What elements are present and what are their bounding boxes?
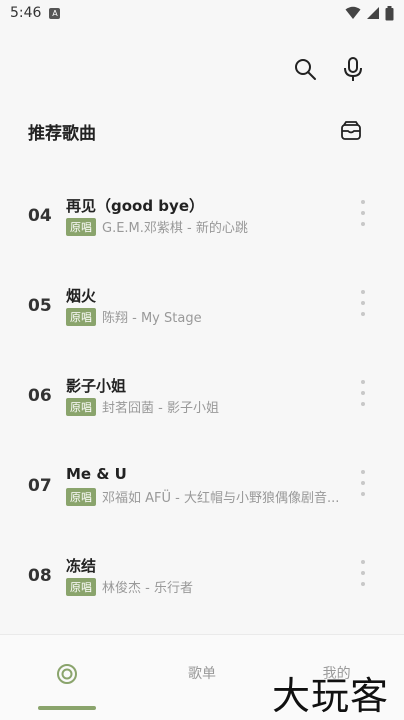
song-artist: 邓福如 AFÜ - 大红帽与小野狼偶像剧音...: [102, 491, 340, 506]
song-row[interactable]: 04 再见（good bye） 原唱 G.E.M.邓紫棋 - 新的心跳: [0, 168, 404, 258]
search-icon: [295, 59, 316, 80]
library-button[interactable]: [340, 120, 362, 142]
song-list: 04 再见（good bye） 原唱 G.E.M.邓紫棋 - 新的心跳 05 烟…: [0, 168, 404, 618]
original-badge: 原唱: [66, 397, 96, 416]
song-subtitle: 原唱 G.E.M.邓紫棋 - 新的心跳: [66, 217, 248, 236]
section-title: 推荐歌曲: [28, 124, 96, 144]
original-badge: 原唱: [66, 487, 96, 506]
song-title: 烟火: [66, 287, 97, 305]
song-artist: 林俊杰 - 乐行者: [102, 581, 193, 596]
song-subtitle: 原唱 林俊杰 - 乐行者: [66, 577, 193, 596]
song-title: 冻结: [66, 557, 97, 575]
song-subtitle: 原唱 邓福如 AFÜ - 大红帽与小野狼偶像剧音...: [66, 487, 339, 506]
song-title: Me & U: [66, 465, 127, 483]
top-actions: [292, 56, 366, 82]
status-time: 5:46: [10, 5, 42, 21]
status-icons: [345, 5, 394, 21]
song-title: 影子小姐: [66, 377, 127, 395]
original-badge: 原唱: [66, 217, 96, 236]
library-box-icon: [341, 121, 361, 140]
song-artist: 陈翔 - My Stage: [102, 311, 202, 326]
watermark: 大玩客: [272, 674, 390, 718]
tab-home[interactable]: [0, 635, 135, 720]
song-index: 05: [28, 296, 52, 316]
battery-icon: [385, 5, 394, 20]
song-index: 07: [28, 476, 52, 496]
wifi-icon: [345, 6, 361, 19]
song-row[interactable]: 08 冻结 原唱 林俊杰 - 乐行者: [0, 528, 404, 618]
song-subtitle: 原唱 陈翔 - My Stage: [66, 307, 202, 326]
mic-icon: [344, 57, 362, 81]
song-subtitle: 原唱 封茗囧菌 - 影子小姐: [66, 397, 219, 416]
original-badge: 原唱: [66, 577, 96, 596]
song-artist: G.E.M.邓紫棋 - 新的心跳: [102, 221, 248, 236]
song-index: 04: [28, 206, 52, 226]
more-vertical-icon[interactable]: [354, 468, 372, 498]
song-index: 08: [28, 566, 52, 586]
song-row[interactable]: 06 影子小姐 原唱 封茗囧菌 - 影子小姐: [0, 348, 404, 438]
tab-playlist[interactable]: 歌单: [135, 635, 270, 720]
song-index: 06: [28, 386, 52, 406]
notification-icon: A: [49, 7, 61, 19]
signal-icon: [367, 7, 379, 19]
status-bar: 5:46 A: [0, 0, 404, 26]
search-button[interactable]: [292, 56, 318, 82]
target-icon: [57, 664, 78, 684]
tab-playlist-label: 歌单: [188, 666, 216, 682]
more-vertical-icon[interactable]: [354, 198, 372, 228]
original-badge: 原唱: [66, 307, 96, 326]
song-row[interactable]: 07 Me & U 原唱 邓福如 AFÜ - 大红帽与小野狼偶像剧音...: [0, 438, 404, 528]
voice-search-button[interactable]: [340, 56, 366, 82]
song-row[interactable]: 05 烟火 原唱 陈翔 - My Stage: [0, 258, 404, 348]
more-vertical-icon[interactable]: [354, 378, 372, 408]
song-artist: 封茗囧菌 - 影子小姐: [102, 401, 219, 416]
song-title: 再见（good bye）: [66, 197, 204, 215]
more-vertical-icon[interactable]: [354, 288, 372, 318]
more-vertical-icon[interactable]: [354, 558, 372, 588]
